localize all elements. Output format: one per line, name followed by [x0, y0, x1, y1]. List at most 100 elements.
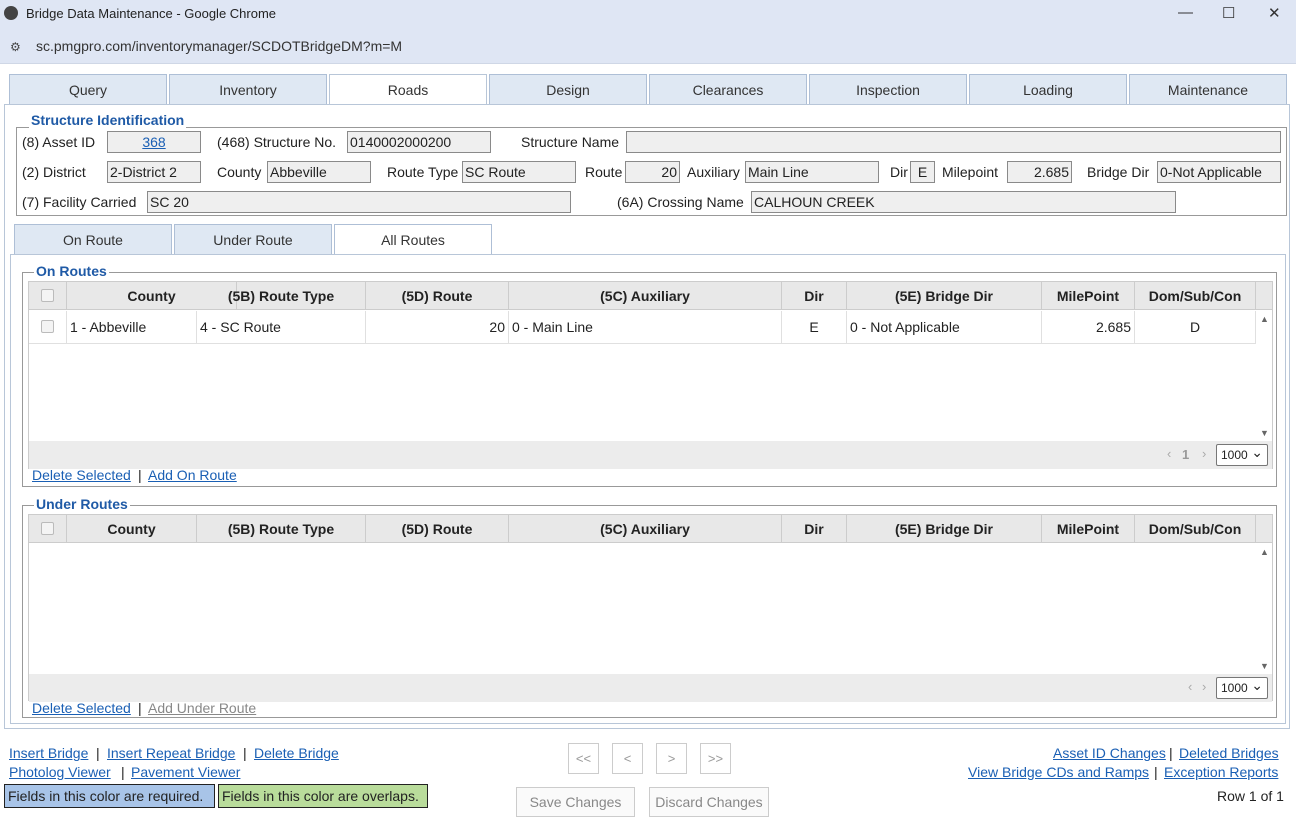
- col-auxiliary[interactable]: (5C) Auxiliary: [509, 515, 782, 543]
- col-route-type[interactable]: (5B) Route Type: [197, 282, 366, 310]
- col-dir[interactable]: Dir: [782, 282, 847, 310]
- col-milepoint[interactable]: MilePoint: [1042, 282, 1135, 310]
- route-type-field[interactable]: SC Route: [462, 161, 576, 183]
- county-label: County: [217, 164, 262, 180]
- district-field[interactable]: 2-District 2: [107, 161, 201, 183]
- delete-selected-under-link[interactable]: Delete Selected: [32, 700, 131, 716]
- on-routes-pager: ‹ 1 › 1000: [29, 441, 1272, 469]
- cell-route-type: 4 - SC Route: [197, 311, 366, 343]
- col-dir[interactable]: Dir: [782, 515, 847, 543]
- auxiliary-field[interactable]: Main Line: [745, 161, 879, 183]
- col-milepoint[interactable]: MilePoint: [1042, 515, 1135, 543]
- structure-no-field[interactable]: 0140002000200: [347, 131, 491, 153]
- window-title: Bridge Data Maintenance - Google Chrome: [26, 6, 277, 21]
- subtab-all-routes[interactable]: All Routes: [334, 224, 492, 255]
- page-size-select[interactable]: 1000: [1216, 675, 1268, 699]
- col-county[interactable]: County: [67, 515, 197, 543]
- save-changes-button[interactable]: Save Changes: [516, 787, 635, 817]
- structure-name-label: Structure Name: [521, 134, 620, 150]
- close-button[interactable]: ✕: [1268, 4, 1281, 22]
- dir-label: Dir: [890, 164, 908, 180]
- row-select-cell: [29, 311, 67, 343]
- first-record-button[interactable]: <<: [568, 743, 599, 774]
- pager-prev-icon[interactable]: ‹: [1188, 679, 1192, 694]
- scroll-down-arrow-icon[interactable]: ▼: [1260, 428, 1269, 438]
- col-route-type[interactable]: (5B) Route Type: [197, 515, 366, 543]
- select-all-checkbox[interactable]: [41, 522, 54, 535]
- select-all-checkbox[interactable]: [41, 289, 54, 302]
- row-checkbox[interactable]: [41, 320, 54, 333]
- pager-prev-icon[interactable]: ‹: [1167, 446, 1171, 461]
- row-status: Row 1 of 1: [1217, 788, 1284, 804]
- tab-roads[interactable]: Roads: [329, 74, 487, 106]
- cell-dom-sub-con: D: [1135, 311, 1256, 343]
- subtab-on-route[interactable]: On Route: [14, 224, 172, 255]
- tab-inventory[interactable]: Inventory: [169, 74, 327, 104]
- structure-name-field[interactable]: [626, 131, 1281, 153]
- structure-identification-legend: Structure Identification: [29, 112, 187, 128]
- site-info-icon[interactable]: ⚙: [10, 40, 21, 54]
- facility-carried-field[interactable]: SC 20: [147, 191, 571, 213]
- under-routes-legend: Under Routes: [34, 496, 130, 512]
- photolog-viewer-link[interactable]: Photolog Viewer: [9, 764, 111, 780]
- on-routes-header: County (5B) Route Type (5D) Route (5C) A…: [29, 282, 1272, 310]
- subtab-under-route[interactable]: Under Route: [174, 224, 332, 255]
- add-under-route-link[interactable]: Add Under Route: [148, 700, 256, 716]
- tab-clearances[interactable]: Clearances: [649, 74, 807, 104]
- bridge-dir-field[interactable]: 0-Not Applicable: [1157, 161, 1281, 183]
- tab-design[interactable]: Design: [489, 74, 647, 104]
- cell-county: 1 - Abbeville: [67, 311, 197, 343]
- milepoint-field[interactable]: 2.685: [1007, 161, 1072, 183]
- cell-auxiliary: 0 - Main Line: [509, 311, 782, 343]
- delete-bridge-link[interactable]: Delete Bridge: [254, 745, 339, 761]
- asset-id-field[interactable]: 368: [107, 131, 201, 153]
- col-dom-sub-con[interactable]: Dom/Sub/Con: [1135, 282, 1256, 310]
- under-routes-pager: ‹ › 1000: [29, 674, 1272, 702]
- pager-next-icon[interactable]: ›: [1202, 679, 1206, 694]
- tab-maintenance[interactable]: Maintenance: [1129, 74, 1287, 104]
- address-bar[interactable]: ⚙ sc.pmgpro.com/inventorymanager/SCDOTBr…: [0, 28, 1296, 64]
- col-dom-sub-con[interactable]: Dom/Sub/Con: [1135, 515, 1256, 543]
- route-type-label: Route Type: [387, 164, 459, 180]
- select-all-cell: [29, 515, 67, 543]
- pavement-viewer-link[interactable]: Pavement Viewer: [131, 764, 240, 780]
- url-text[interactable]: sc.pmgpro.com/inventorymanager/SCDOTBrid…: [36, 38, 402, 54]
- exception-reports-link[interactable]: Exception Reports: [1164, 764, 1278, 780]
- discard-changes-button[interactable]: Discard Changes: [649, 787, 769, 817]
- col-bridge-dir[interactable]: (5E) Bridge Dir: [847, 515, 1042, 543]
- last-record-button[interactable]: >>: [700, 743, 731, 774]
- deleted-bridges-link[interactable]: Deleted Bridges: [1179, 745, 1279, 761]
- dir-field[interactable]: E: [910, 161, 935, 183]
- crossing-name-field[interactable]: CALHOUN CREEK: [751, 191, 1176, 213]
- county-field[interactable]: Abbeville: [267, 161, 371, 183]
- add-on-route-link[interactable]: Add On Route: [148, 467, 237, 483]
- scroll-up-arrow-icon[interactable]: ▲: [1260, 314, 1269, 324]
- col-bridge-dir[interactable]: (5E) Bridge Dir: [847, 282, 1042, 310]
- pager-next-icon[interactable]: ›: [1202, 446, 1206, 461]
- asset-id-link[interactable]: 368: [142, 134, 165, 150]
- page-size-select[interactable]: 1000: [1216, 442, 1268, 466]
- insert-repeat-bridge-link[interactable]: Insert Repeat Bridge: [107, 745, 235, 761]
- scroll-down-arrow-icon[interactable]: ▼: [1260, 661, 1269, 671]
- separator: |: [1154, 764, 1158, 780]
- next-record-button[interactable]: >: [656, 743, 687, 774]
- tab-query[interactable]: Query: [9, 74, 167, 104]
- milepoint-label: Milepoint: [942, 164, 999, 180]
- view-bridge-cds-link[interactable]: View Bridge CDs and Ramps: [968, 764, 1149, 780]
- tab-loading[interactable]: Loading: [969, 74, 1127, 104]
- delete-selected-on-link[interactable]: Delete Selected: [32, 467, 131, 483]
- separator: |: [96, 745, 100, 761]
- tab-inspection[interactable]: Inspection: [809, 74, 967, 104]
- col-route[interactable]: (5D) Route: [366, 515, 509, 543]
- route-field[interactable]: 20: [625, 161, 680, 183]
- minimize-button[interactable]: —: [1178, 4, 1193, 21]
- cell-dir: E: [782, 311, 847, 343]
- col-auxiliary[interactable]: (5C) Auxiliary: [509, 282, 782, 310]
- col-route[interactable]: (5D) Route: [366, 282, 509, 310]
- table-row[interactable]: 1 - Abbeville 4 - SC Route 20 0 - Main L…: [29, 311, 1256, 344]
- previous-record-button[interactable]: <: [612, 743, 643, 774]
- maximize-button[interactable]: ☐: [1222, 4, 1235, 22]
- asset-id-changes-link[interactable]: Asset ID Changes: [1053, 745, 1166, 761]
- scroll-up-arrow-icon[interactable]: ▲: [1260, 547, 1269, 557]
- insert-bridge-link[interactable]: Insert Bridge: [9, 745, 88, 761]
